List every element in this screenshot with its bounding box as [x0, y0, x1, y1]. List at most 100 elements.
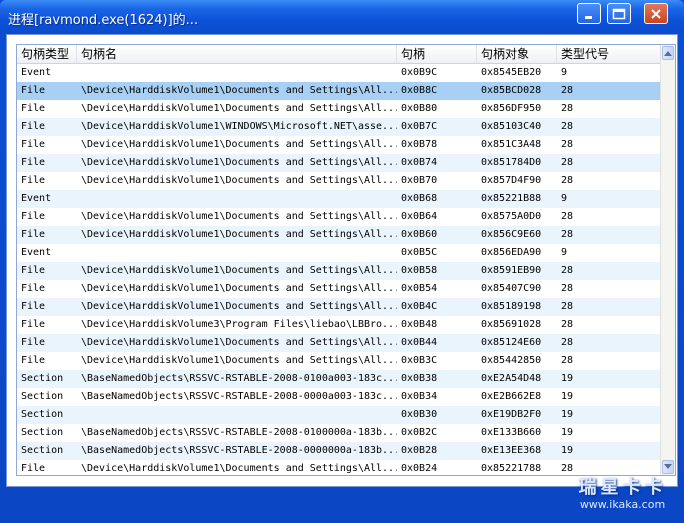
- table-row[interactable]: File \Device\HarddiskVolume1\Documents an…: [17, 136, 662, 154]
- cell-name: \Device\HarddiskVolume1\Documents and Se…: [81, 229, 397, 240]
- cell-object: 0x85BCD028: [481, 85, 542, 96]
- cell-type: File: [21, 301, 46, 312]
- cell-handle: 0x0B34: [401, 391, 438, 402]
- cell-handle: 0x0B38: [401, 373, 438, 384]
- cell-type: File: [21, 319, 46, 330]
- cell-handle: 0x0B60: [401, 229, 438, 240]
- cell-object: 0x8575A0D0: [481, 211, 542, 222]
- cell-code: 19: [561, 409, 574, 420]
- table-row[interactable]: Section \BaseNamedObjects\RSSVC-RSTABLE-2…: [17, 442, 662, 460]
- table-row[interactable]: Section \BaseNamedObjects\RSSVC-RSTABLE-2…: [17, 424, 662, 442]
- cell-code: 19: [561, 391, 574, 402]
- minimize-button[interactable]: [577, 3, 601, 24]
- minimize-icon: [585, 15, 592, 19]
- cell-handle: 0x0B48: [401, 319, 438, 330]
- chevron-down-icon: [664, 464, 672, 469]
- cell-name: \Device\HarddiskVolume1\WINDOWS\Microsof…: [81, 121, 397, 132]
- table-row[interactable]: Section \BaseNamedObjects\RSSVC-RSTABLE-2…: [17, 370, 662, 388]
- cell-code: 28: [561, 211, 574, 222]
- process-handles-window: 进程[ravmond.exe(1624)]的... 句柄类型 句柄名 句柄 句柄: [0, 0, 684, 523]
- title-bar[interactable]: 进程[ravmond.exe(1624)]的...: [0, 0, 684, 34]
- cell-name: \Device\HarddiskVolume1\Documents and Se…: [81, 337, 397, 348]
- cell-type: File: [21, 229, 46, 240]
- cell-code: 28: [561, 229, 574, 240]
- cell-handle: 0x0B4C: [401, 301, 438, 312]
- scroll-down-button[interactable]: [662, 460, 674, 474]
- table-row[interactable]: File \Device\HarddiskVolume1\Documents an…: [17, 226, 662, 244]
- cell-type: Event: [21, 193, 52, 204]
- cell-type: File: [21, 121, 46, 132]
- cell-object: 0xE2A54D48: [481, 373, 542, 384]
- cell-code: 28: [561, 337, 574, 348]
- window-title: 进程[ravmond.exe(1624)]的...: [8, 13, 199, 28]
- cell-object: 0x856EDA90: [481, 247, 542, 258]
- column-header-type[interactable]: 句柄类型: [17, 45, 77, 63]
- cell-type: File: [21, 463, 46, 474]
- cell-handle: 0x0B44: [401, 337, 438, 348]
- table-row[interactable]: File \Device\HarddiskVolume3\Program File…: [17, 316, 662, 334]
- cell-type: Event: [21, 67, 52, 78]
- cell-name: \Device\HarddiskVolume1\Documents and Se…: [81, 103, 397, 114]
- column-header-name[interactable]: 句柄名: [77, 45, 397, 63]
- cell-code: 28: [561, 139, 574, 150]
- cell-object: 0x856DF950: [481, 103, 542, 114]
- cell-type: File: [21, 211, 46, 222]
- cell-type: File: [21, 103, 46, 114]
- cell-code: 9: [561, 67, 568, 78]
- close-button[interactable]: [644, 3, 668, 24]
- table-row[interactable]: File \Device\HarddiskVolume1\Documents an…: [17, 334, 662, 352]
- cell-name: \Device\HarddiskVolume1\Documents and Se…: [81, 283, 397, 294]
- table-row[interactable]: File \Device\HarddiskVolume1\Documents an…: [17, 154, 662, 172]
- cell-name: \Device\HarddiskVolume1\Documents and Se…: [81, 301, 397, 312]
- cell-object: 0x85103C40: [481, 121, 542, 132]
- table-row[interactable]: File \Device\HarddiskVolume1\Documents an…: [17, 262, 662, 280]
- table-row[interactable]: File \Device\HarddiskVolume1\Documents an…: [17, 280, 662, 298]
- cell-code: 28: [561, 283, 574, 294]
- table-row[interactable]: Event 0x0B68 0x85221B88 9: [17, 190, 662, 208]
- table-row[interactable]: Section 0x0B30 0xE19DB2F0 19: [17, 406, 662, 424]
- cell-code: 9: [561, 247, 568, 258]
- table-row[interactable]: File \Device\HarddiskVolume1\Documents an…: [17, 208, 662, 226]
- cell-type: File: [21, 337, 46, 348]
- cell-handle: 0x0B28: [401, 445, 438, 456]
- table-row[interactable]: File \Device\HarddiskVolume1\Documents an…: [17, 172, 662, 190]
- cell-name: \Device\HarddiskVolume1\Documents and Se…: [81, 211, 397, 222]
- maximize-button[interactable]: [607, 3, 631, 24]
- cell-code: 28: [561, 175, 574, 186]
- cell-name: \Device\HarddiskVolume1\Documents and Se…: [81, 265, 397, 276]
- maximize-icon: [612, 8, 626, 19]
- cell-code: 28: [561, 265, 574, 276]
- table-row[interactable]: File \Device\HarddiskVolume1\Documents an…: [17, 352, 662, 370]
- cell-handle: 0x0B54: [401, 283, 438, 294]
- vertical-scrollbar[interactable]: [660, 45, 675, 475]
- cell-handle: 0x0B3C: [401, 355, 438, 366]
- cell-code: 28: [561, 355, 574, 366]
- cell-handle: 0x0B2C: [401, 427, 438, 438]
- cell-handle: 0x0B58: [401, 265, 438, 276]
- column-header-handle[interactable]: 句柄: [397, 45, 477, 63]
- cell-object: 0x85124E60: [481, 337, 542, 348]
- table-row[interactable]: File \Device\HarddiskVolume1\Documents an…: [17, 100, 662, 118]
- window-client-area: 句柄类型 句柄名 句柄 句柄对象 类型代号 Event 0x0B9C 0x8545E…: [6, 34, 678, 487]
- cell-handle: 0x0B74: [401, 157, 438, 168]
- handle-list[interactable]: 句柄类型 句柄名 句柄 句柄对象 类型代号 Event 0x0B9C 0x8545E…: [16, 44, 676, 476]
- scroll-up-button[interactable]: [662, 46, 674, 60]
- cell-name: \Device\HarddiskVolume3\Program Files\li…: [81, 319, 397, 330]
- cell-handle: 0x0B78: [401, 139, 438, 150]
- cell-code: 9: [561, 193, 568, 204]
- table-row[interactable]: File \Device\HarddiskVolume1\WINDOWS\Micr…: [17, 118, 662, 136]
- close-icon: [651, 8, 661, 19]
- cell-code: 28: [561, 319, 574, 330]
- cell-handle: 0x0B5C: [401, 247, 438, 258]
- cell-type: File: [21, 85, 46, 96]
- column-header-code[interactable]: 类型代号: [557, 45, 662, 63]
- table-row[interactable]: File \Device\HarddiskVolume1\Documents an…: [17, 460, 662, 475]
- cell-object: 0x851C3A48: [481, 139, 542, 150]
- table-row[interactable]: Event 0x0B5C 0x856EDA90 9: [17, 244, 662, 262]
- table-row[interactable]: Event 0x0B9C 0x8545EB20 9: [17, 64, 662, 82]
- chevron-up-icon: [664, 51, 672, 56]
- table-row[interactable]: File \Device\HarddiskVolume1\Documents an…: [17, 298, 662, 316]
- column-header-object[interactable]: 句柄对象: [477, 45, 557, 63]
- table-row[interactable]: File \Device\HarddiskVolume1\Documents an…: [17, 82, 662, 100]
- table-row[interactable]: Section \BaseNamedObjects\RSSVC-RSTABLE-2…: [17, 388, 662, 406]
